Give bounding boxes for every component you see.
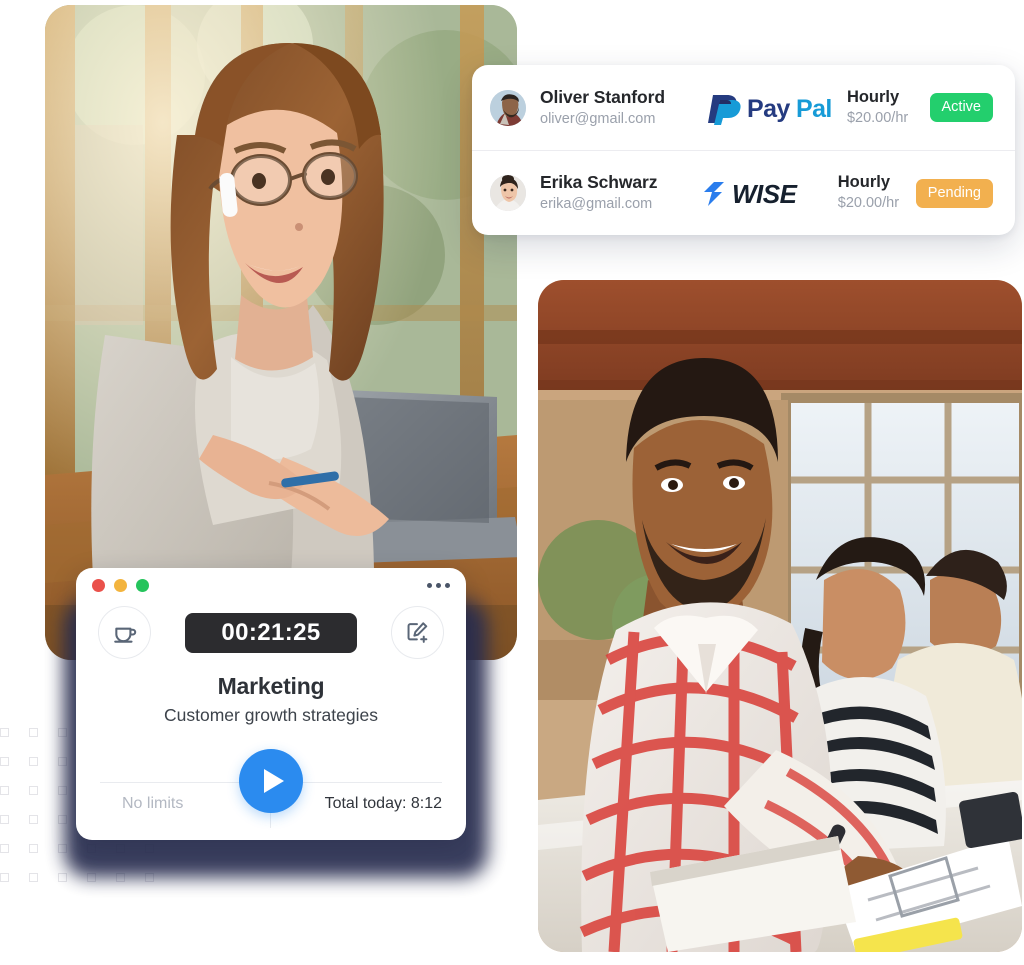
status-badge-pending[interactable]: Pending	[915, 178, 993, 208]
photo-woman-at-cafe-laptop	[45, 5, 517, 660]
decorative-dot	[58, 873, 67, 882]
decorative-dot	[29, 757, 38, 766]
avatar-erika-schwarz	[490, 175, 526, 211]
more-options-icon[interactable]	[427, 582, 450, 588]
elapsed-time-display: 00:21:25	[185, 612, 357, 653]
decorative-dot	[0, 873, 9, 882]
payment-rate-type: Hourly	[846, 87, 900, 106]
decorative-dot	[29, 873, 38, 882]
add-note-button[interactable]	[391, 606, 444, 659]
minimize-traffic-light[interactable]	[114, 578, 127, 592]
edit-note-icon	[407, 622, 428, 643]
avatar-erika-image	[490, 175, 526, 211]
svg-text:Pay: Pay	[747, 95, 790, 123]
payment-rate: Hourly $20.00/hr	[847, 87, 930, 128]
decorative-dot	[0, 757, 9, 766]
hero-composition: Oliver Stanford oliver@gmail.com Pay Pal…	[0, 0, 1024, 965]
total-today-label: Total today: 8:12	[324, 795, 442, 812]
timer-controls-row: 00:21:25	[76, 602, 466, 659]
payment-rate-amount: $20.00/hr	[837, 195, 900, 212]
payment-person-info: Erika Schwarz erika@gmail.com	[540, 172, 698, 214]
decorative-dot	[0, 786, 9, 795]
widget-titlebar	[76, 568, 466, 602]
payment-person-name: Erika Schwarz	[540, 172, 658, 193]
paypal-logo-mark: Pay Pal	[707, 94, 832, 125]
paypal-logo: Pay Pal	[707, 91, 847, 125]
coffee-cup-icon	[113, 627, 136, 643]
decorative-dot	[29, 786, 38, 795]
payment-person-email: oliver@gmail.com	[540, 110, 656, 127]
photo-right-illustration	[538, 280, 1022, 952]
payment-person-info: Oliver Stanford oliver@gmail.com	[540, 87, 707, 129]
photo-team-working-together	[538, 280, 1022, 952]
timer-footer: No limits Total today: 8:12	[76, 749, 466, 840]
payment-rate-amount: $20.00/hr	[846, 109, 909, 126]
maximize-traffic-light[interactable]	[136, 578, 149, 592]
avatar-oliver-image	[490, 89, 526, 126]
decorative-dot	[0, 815, 9, 824]
limits-label: No limits	[122, 795, 184, 812]
decorative-dot	[29, 815, 38, 824]
payment-rate-type: Hourly	[837, 173, 891, 192]
status-badge-active[interactable]: Active	[929, 93, 993, 122]
wise-logo: WISE	[698, 176, 838, 210]
payment-rate: Hourly $20.00/hr	[838, 172, 916, 213]
task-description: Customer growth strategies	[164, 705, 378, 725]
decorative-dot	[29, 728, 38, 737]
start-timer-button[interactable]	[239, 749, 303, 813]
decorative-dot	[29, 844, 38, 853]
payment-person-name: Oliver Stanford	[540, 86, 665, 107]
avatar-oliver-stanford	[490, 89, 526, 126]
payments-list-card: Oliver Stanford oliver@gmail.com Pay Pal…	[472, 65, 1015, 235]
payment-row-oliver-stanford[interactable]: Oliver Stanford oliver@gmail.com Pay Pal…	[472, 65, 1015, 150]
time-tracker-widget: 00:21:25 Marketing Customer growth strat…	[76, 568, 466, 840]
payment-row-erika-schwarz[interactable]: Erika Schwarz erika@gmail.com WISE Hourl…	[472, 150, 1015, 235]
svg-text:Pal: Pal	[796, 95, 832, 123]
decorative-dot	[0, 728, 9, 737]
break-coffee-button[interactable]	[98, 606, 151, 659]
wise-logo-mark: WISE	[701, 179, 798, 209]
play-icon	[264, 769, 284, 793]
window-traffic-lights	[92, 578, 149, 592]
decorative-dot	[0, 844, 9, 853]
payment-person-email: erika@gmail.com	[540, 196, 653, 213]
project-name: Marketing	[217, 673, 325, 699]
photo-left-illustration	[45, 5, 517, 660]
svg-text:WISE: WISE	[732, 179, 798, 209]
close-traffic-light[interactable]	[92, 578, 105, 592]
